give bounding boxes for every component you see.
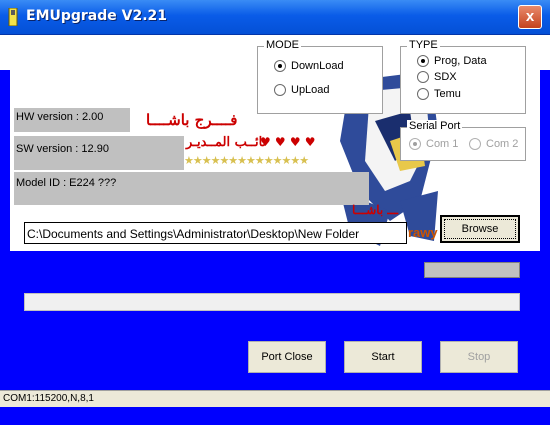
arabic-signature-text: ـــ باشـــا bbox=[352, 203, 398, 217]
radio-indicator bbox=[417, 55, 429, 68]
com1-radio[interactable]: Com 1 bbox=[409, 138, 459, 151]
title-bar[interactable]: EMUpgrade V2.21 x bbox=[0, 0, 550, 35]
type-group: TYPE Prog, Data SDX Temu bbox=[400, 39, 526, 114]
type-group-title: TYPE bbox=[407, 39, 440, 51]
type-sdx-label: SDX bbox=[434, 71, 457, 83]
radio-indicator bbox=[469, 138, 481, 151]
stop-button[interactable]: Stop bbox=[440, 341, 518, 373]
stars-decoration: ★★★★★★★★★★★★★★ bbox=[184, 155, 309, 167]
type-temu-radio[interactable]: Temu bbox=[417, 88, 461, 101]
hw-version-label: HW version : 2.00 bbox=[14, 108, 130, 132]
com2-radio[interactable]: Com 2 bbox=[469, 138, 519, 151]
radio-indicator bbox=[274, 60, 286, 73]
hearts-decoration: ♥ ♥ ♥ ♥ bbox=[260, 135, 316, 149]
port-close-button[interactable]: Port Close bbox=[248, 341, 326, 373]
mode-download-label: DownLoad bbox=[291, 60, 344, 72]
radio-indicator bbox=[417, 88, 429, 101]
type-sdx-radio[interactable]: SDX bbox=[417, 71, 457, 84]
status-bar: COM1:115200,N,8,1 bbox=[0, 390, 550, 407]
mode-download-radio[interactable]: DownLoad bbox=[274, 60, 344, 73]
type-temu-label: Temu bbox=[434, 88, 461, 100]
com1-label: Com 1 bbox=[426, 138, 459, 150]
window-title: EMUpgrade V2.21 bbox=[26, 8, 168, 24]
radio-indicator bbox=[409, 138, 421, 151]
status-progress-bar bbox=[424, 262, 520, 278]
serial-port-group-title: Serial Port bbox=[407, 120, 463, 132]
sw-version-label: SW version : 12.90 bbox=[14, 136, 184, 170]
serial-port-group: Serial Port Com 1 Com 2 bbox=[400, 120, 526, 161]
mode-upload-label: UpLoad bbox=[291, 84, 330, 96]
com2-label: Com 2 bbox=[486, 138, 519, 150]
close-button[interactable]: x bbox=[518, 5, 542, 29]
start-button[interactable]: Start bbox=[344, 341, 422, 373]
type-prog-data-label: Prog, Data bbox=[434, 55, 487, 67]
model-id-label: Model ID : E224 ??? bbox=[14, 172, 369, 205]
radio-indicator bbox=[274, 84, 286, 97]
app-icon bbox=[8, 8, 18, 26]
client-area: HW version : 2.00 SW version : 12.90 Mod… bbox=[0, 35, 550, 425]
browse-button[interactable]: Browse bbox=[440, 215, 520, 243]
arabic-name-text: فــــرج باشــــا bbox=[146, 111, 238, 129]
mode-group: MODE DownLoad UpLoad bbox=[257, 39, 383, 114]
type-prog-data-radio[interactable]: Prog, Data bbox=[417, 55, 487, 68]
brand-fragment-text: rawy bbox=[408, 225, 438, 240]
arabic-title-text: نائــب المــديـر bbox=[186, 135, 267, 150]
radio-indicator bbox=[417, 71, 429, 84]
mode-group-title: MODE bbox=[264, 39, 301, 51]
mode-upload-radio[interactable]: UpLoad bbox=[274, 84, 330, 97]
file-path-field[interactable]: C:\Documents and Settings\Administrator\… bbox=[24, 222, 407, 244]
download-progress-bar bbox=[24, 293, 520, 311]
